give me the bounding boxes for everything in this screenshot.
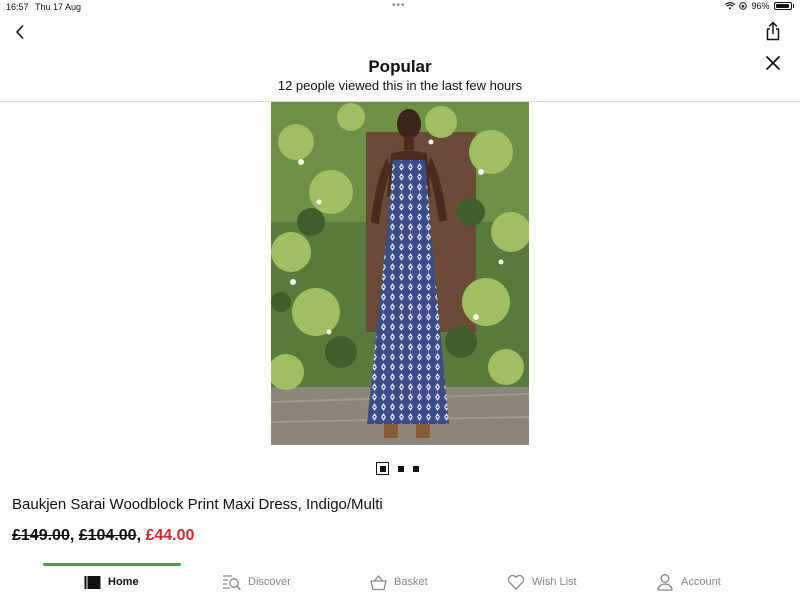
basket-icon [370,574,387,590]
battery-percent: 96% [751,1,770,11]
battery-tip [792,4,794,8]
price-original: £149.00 [12,527,70,544]
page-subtitle: 12 people viewed this in the last few ho… [277,78,523,93]
chevron-left-icon [16,25,24,39]
wifi-icon [725,2,736,10]
tab-account-label: Account [681,576,721,588]
tab-discover-label: Discover [248,576,291,588]
orientation-lock-icon [739,2,748,10]
discover-icon [223,574,241,590]
share-button[interactable] [762,20,784,42]
tab-account[interactable]: Account [656,571,721,593]
battery-level [775,4,789,8]
heart-icon [507,574,525,590]
page-indicator-3[interactable] [413,465,419,472]
multitasking-dots[interactable]: ••• [392,0,406,11]
product-image[interactable] [271,102,529,445]
status-right: 96% [725,1,794,11]
tab-wish-list-label: Wish List [532,576,577,588]
price-current: £44.00 [145,527,195,544]
tab-wish-list[interactable]: Wish List [507,571,577,593]
product-name: Baukjen Sarai Woodblock Print Maxi Dress… [12,496,383,513]
price-previous: £104.00 [78,527,137,544]
status-time: 16:57 [6,2,29,12]
tab-basket[interactable]: Basket [370,571,428,593]
status-bar: 16:57 Thu 17 Aug ••• 96% [0,0,800,14]
page-title: Popular [368,57,432,76]
page-header: Popular 12 people viewed this in the las… [0,57,800,93]
price-separator: , [69,527,79,544]
tab-basket-label: Basket [394,576,428,588]
product-photo-illustration [271,102,529,445]
home-icon [84,575,101,589]
status-date: Thu 17 Aug [35,2,82,12]
account-icon [657,574,673,591]
tab-home[interactable]: Home [84,571,139,593]
product-prices: £149.00, £104.00, £44.00 [12,527,194,545]
page-indicator-2[interactable] [398,465,404,472]
tab-discover[interactable]: Discover [222,571,291,593]
active-tab-indicator [43,563,181,566]
back-button[interactable] [10,22,30,42]
share-icon [766,21,780,41]
battery-icon [773,2,792,10]
image-pagination [376,462,419,475]
page-indicator-1[interactable] [376,462,389,475]
tab-home-label: Home [108,576,139,588]
